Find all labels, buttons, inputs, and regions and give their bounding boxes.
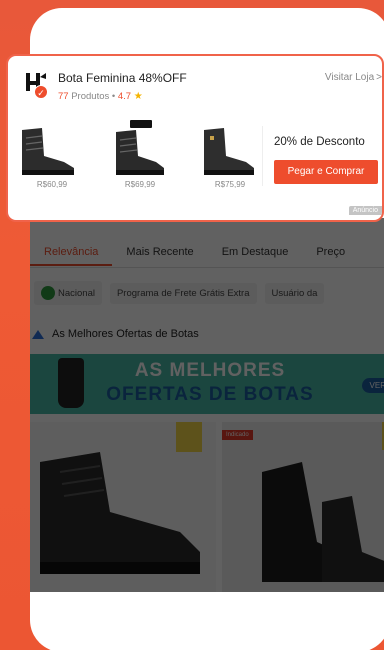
ad-product-item[interactable]: R$60,99 <box>12 124 92 194</box>
shop-logo[interactable]: ✓ <box>22 69 50 99</box>
boot-image <box>116 130 164 175</box>
boot-image <box>262 462 384 582</box>
banner-line-1: AS MELHORES <box>134 360 286 381</box>
ad-product-item[interactable]: R$69,99 <box>100 120 180 194</box>
filter-chips: Nacional Programa de Frete Grátis Extra … <box>30 280 384 306</box>
item-price: R$69,99 <box>124 180 156 189</box>
search-results-screen: Relevância Mais Recente Em Destaque Preç… <box>30 218 384 592</box>
product-card[interactable] <box>30 422 216 592</box>
shop-ad-card[interactable]: ✓ Bota Feminina 48%OFF 77 Produtos • 4.7… <box>6 54 384 222</box>
discount-text: 20% de Desconto <box>274 136 365 148</box>
item-price: R$60,99 <box>36 180 68 189</box>
product-grid: Indicado <box>30 422 384 592</box>
banner-see-button[interactable]: VER <box>361 378 384 393</box>
tab-featured[interactable]: Em Destaque <box>208 246 303 258</box>
discount-tag <box>176 422 202 452</box>
shop-meta: 77 Produtos • 4.7 ★ <box>58 91 143 102</box>
meta-separator: • <box>111 91 116 102</box>
ad-badge: Anúncio <box>348 206 382 215</box>
visit-store-link[interactable]: Visitar Loja > <box>325 72 382 83</box>
boot-image <box>22 128 74 175</box>
card-tag: Indicado <box>222 430 253 440</box>
filter-chip-user[interactable]: Usuário da <box>264 282 325 304</box>
chevron-right-icon: > <box>376 72 382 83</box>
ad-product-item[interactable]: R$75,99 <box>190 124 270 194</box>
shop-rating: 4.7 <box>117 91 132 102</box>
star-icon: ★ <box>133 91 143 102</box>
banner-line-2: OFERTAS DE BOTAS <box>106 384 314 405</box>
filter-chip-label: Nacional <box>58 287 95 299</box>
shop-name[interactable]: Bota Feminina 48%OFF <box>58 71 187 85</box>
tab-relevance[interactable]: Relevância <box>30 246 113 266</box>
promo-banner[interactable]: AS MELHORES OFERTAS DE BOTAS VER <box>30 354 384 414</box>
tab-newest[interactable]: Mais Recente <box>112 246 207 258</box>
verified-badge-icon: ✓ <box>34 85 48 99</box>
product-card[interactable]: Indicado <box>222 422 384 592</box>
trending-up-icon <box>32 329 44 339</box>
get-and-buy-button[interactable]: Pegar e Comprar <box>274 160 378 184</box>
item-price: R$75,99 <box>214 180 246 189</box>
section-title-text: As Melhores Ofertas de Botas <box>52 328 199 340</box>
boot-image <box>204 128 254 175</box>
sort-tabs: Relevância Mais Recente Em Destaque Preç… <box>30 236 384 268</box>
visit-store-label: Visitar Loja <box>324 72 375 83</box>
section-title: As Melhores Ofertas de Botas <box>30 328 384 340</box>
products-count: 77 <box>58 91 69 102</box>
products-label: Produtos <box>71 91 110 102</box>
divider <box>262 126 263 186</box>
filter-chip-free-shipping[interactable]: Programa de Frete Grátis Extra <box>109 282 257 304</box>
tab-price[interactable]: Preço <box>302 246 359 258</box>
filter-chip-nacional[interactable]: Nacional <box>34 281 102 305</box>
brazil-flag-icon <box>41 286 55 300</box>
